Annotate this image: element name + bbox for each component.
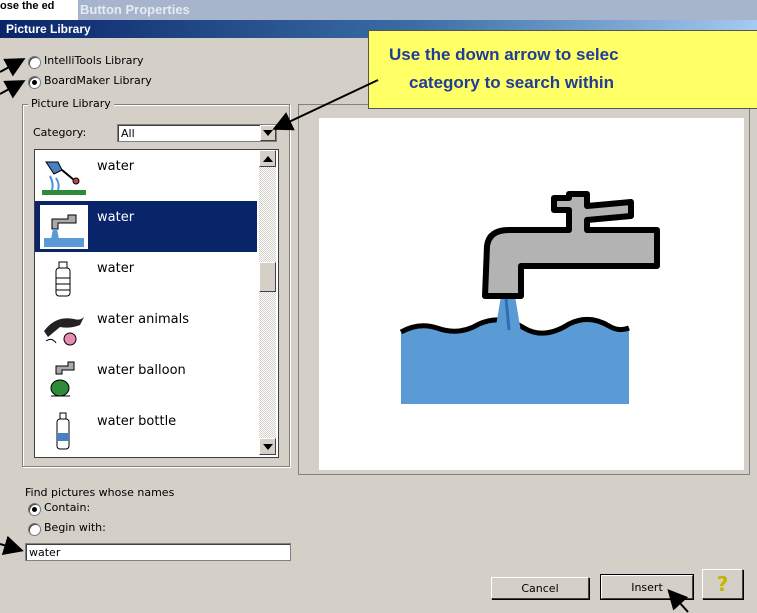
- arrow-to-search-input: [0, 535, 24, 555]
- arrow-to-intellitools: [0, 58, 26, 77]
- arrow-to-boardmaker: [0, 80, 26, 99]
- arrow-to-insert-button: [667, 589, 689, 613]
- arrow-to-category-dropdown: [272, 79, 379, 131]
- annotation-arrows: [0, 58, 689, 613]
